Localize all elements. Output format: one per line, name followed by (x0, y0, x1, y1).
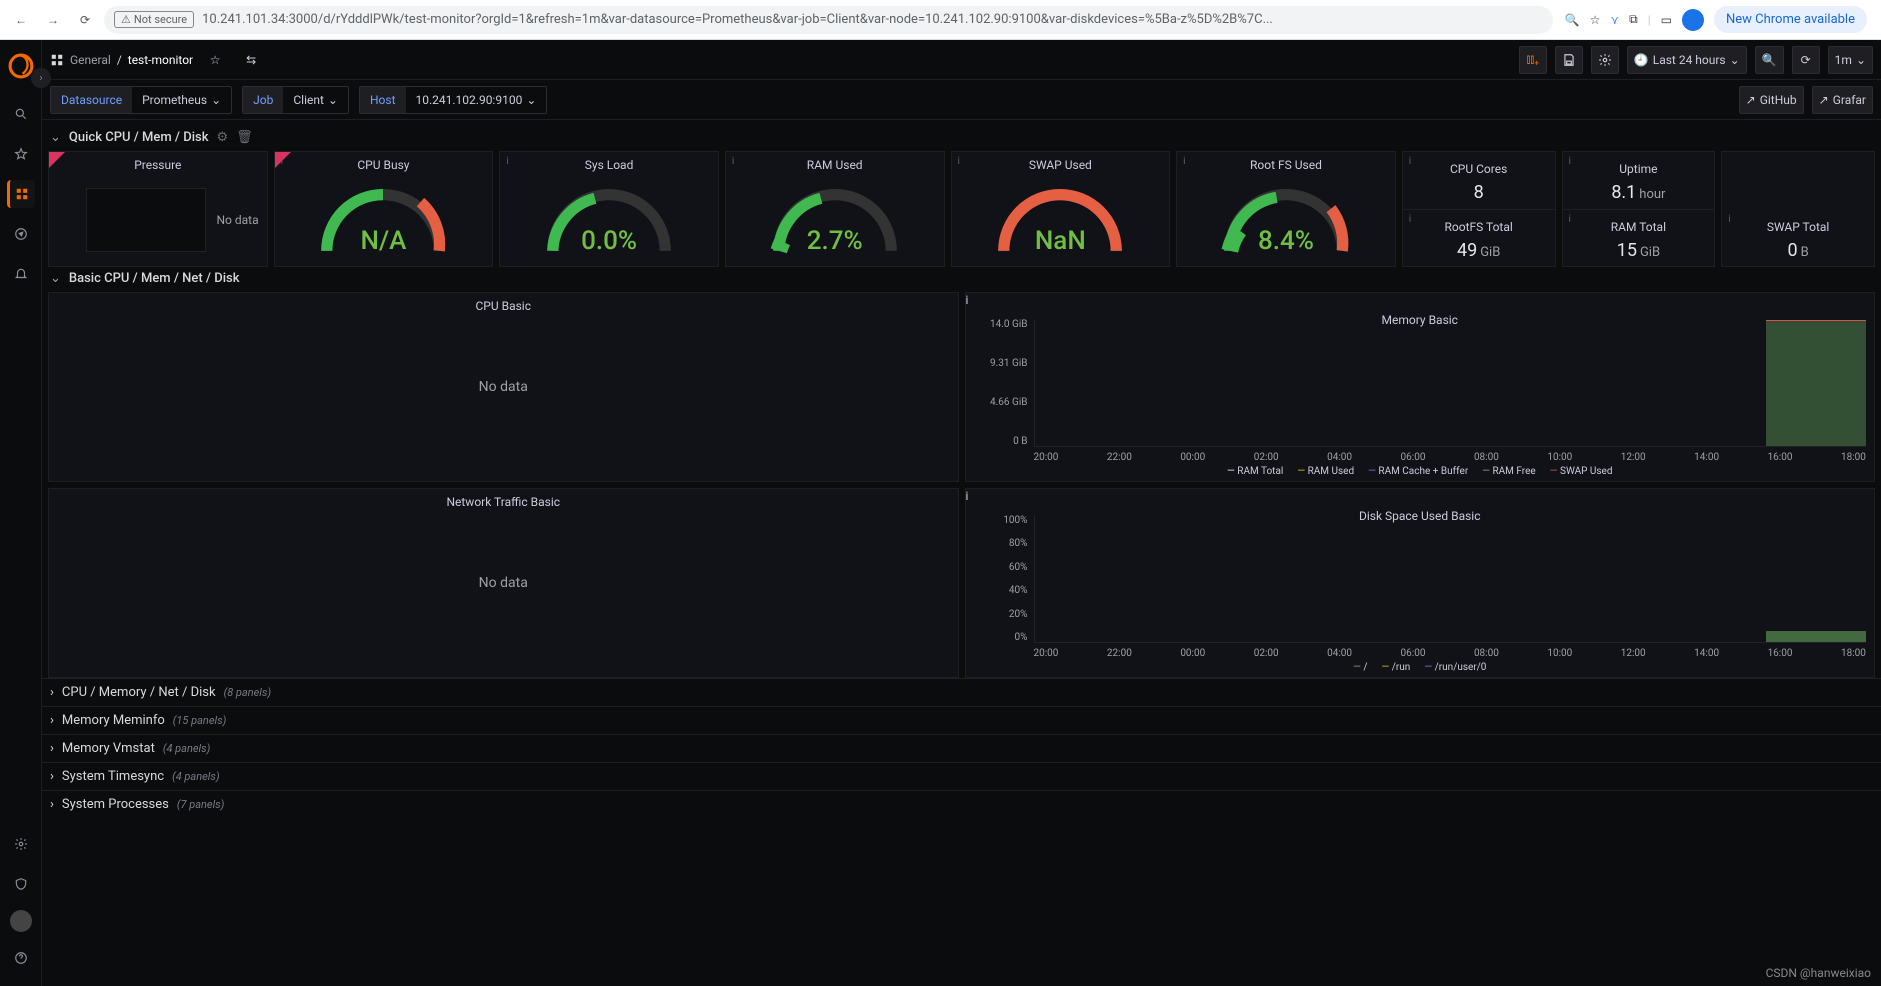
panel-swaptotal[interactable]: iSWAP Total0B (1721, 151, 1875, 267)
collapsed-row[interactable]: ›System Timesync(4 panels) (42, 762, 1881, 790)
not-secure-badge: ⚠ Not secure (114, 11, 194, 28)
share-icon[interactable]: ⇆ (237, 46, 265, 74)
help-icon[interactable] (7, 944, 35, 972)
back-button[interactable]: ← (8, 7, 34, 33)
alert-indicator-icon (49, 152, 65, 168)
dashboards-icon[interactable] (7, 180, 35, 208)
panel-icon[interactable]: ▭ (1661, 13, 1672, 27)
dashboard-grid-icon (50, 53, 64, 67)
refresh-interval[interactable]: 1m ⌄ (1828, 46, 1873, 74)
pressure-sparkline (86, 188, 206, 252)
star-icon[interactable]: ☆ (1590, 13, 1601, 27)
settings-button[interactable] (1591, 46, 1619, 74)
panel-cpu-busy[interactable]: iCPU BusyN/A (274, 151, 494, 267)
star-nav-icon[interactable] (7, 140, 35, 168)
watermark: CSDN @hanweixiao (1766, 966, 1871, 980)
panel-disk-basic[interactable]: iDisk Space Used Basic 100%80%60%40%20%0… (965, 488, 1876, 678)
page-toolbar: General / test-monitor ☆ ⇆ ⫾⫾₊ 🕘 Last 24… (42, 40, 1881, 80)
left-sidebar: › (0, 40, 42, 986)
address-bar[interactable]: ⚠ Not secure 10.241.101.34:3000/d/rYdddl… (104, 6, 1553, 34)
browser-toolbar: ← → ⟳ ⚠ Not secure 10.241.101.34:3000/d/… (0, 0, 1881, 40)
save-button[interactable] (1555, 46, 1583, 74)
brave-icon[interactable]: ⋎ (1610, 13, 1619, 27)
var-datasource[interactable]: DatasourcePrometheus ⌄ (50, 86, 232, 114)
panel-swap-used[interactable]: iSWAP UsedNaN (951, 151, 1171, 267)
panel-memory-basic[interactable]: iMemory Basic 14.0 GiB9.31 GiB4.66 GiB0 … (965, 292, 1876, 482)
breadcrumb[interactable]: General / test-monitor (50, 53, 193, 67)
add-panel-button[interactable]: ⫾⫾₊ (1519, 46, 1547, 74)
zoom-out-button[interactable]: 🔍 (1755, 46, 1784, 74)
expand-sidebar-icon[interactable]: › (31, 68, 51, 88)
config-gear-icon[interactable] (7, 830, 35, 858)
folder-link[interactable]: General (70, 53, 111, 67)
chevron-down-icon: ⌄ (50, 130, 61, 145)
panel-pressure[interactable]: Pressure No data (48, 151, 268, 267)
row-quick-header[interactable]: ⌄ Quick CPU / Mem / Disk ⚙ 🗑 (42, 120, 1881, 151)
forward-button[interactable]: → (40, 7, 66, 33)
var-job[interactable]: JobClient ⌄ (242, 86, 349, 114)
collapsed-row[interactable]: ›System Processes(7 panels) (42, 790, 1881, 818)
panel-sys-load[interactable]: iSys Load0.0% (499, 151, 719, 267)
panel-network-basic[interactable]: Network Traffic Basic No data (48, 488, 959, 678)
alerting-icon[interactable] (7, 260, 35, 288)
dashboard-title: test-monitor (128, 53, 193, 67)
profile-icon[interactable] (1682, 9, 1704, 31)
panel-uptime-ram[interactable]: iUptime8.1hour iRAM Total15GiB (1562, 151, 1716, 267)
panel-cpu-basic[interactable]: CPU Basic No data (48, 292, 959, 482)
collapsed-row[interactable]: ›CPU / Memory / Net / Disk(8 panels) (42, 678, 1881, 706)
fav-star-icon[interactable]: ☆ (201, 46, 229, 74)
avatar-icon[interactable] (10, 910, 32, 932)
row-delete-icon[interactable]: 🗑 (236, 130, 253, 145)
url-text: 10.241.101.34:3000/d/rYdddlPWk/test-moni… (202, 12, 1273, 27)
search-icon[interactable] (7, 100, 35, 128)
admin-shield-icon[interactable] (7, 870, 35, 898)
var-host[interactable]: Host10.241.102.90:9100 ⌄ (359, 86, 547, 114)
github-link[interactable]: ↗ GitHub (1739, 86, 1804, 114)
collapsed-row[interactable]: ›Memory Meminfo(15 panels) (42, 706, 1881, 734)
grafana-link[interactable]: ↗ Grafar (1812, 86, 1873, 114)
zoom-icon[interactable]: 🔍 (1565, 13, 1580, 27)
panel-cores-rootfs[interactable]: iCPU Cores8 iRootFS Total49GiB (1402, 151, 1556, 267)
refresh-button[interactable]: ⟳ (1792, 46, 1820, 74)
reload-button[interactable]: ⟳ (72, 7, 98, 33)
panel-ram-used[interactable]: iRAM Used2.7% (725, 151, 945, 267)
row-settings-icon[interactable]: ⚙ (217, 130, 229, 145)
explore-icon[interactable] (7, 220, 35, 248)
extensions-icon[interactable]: ⧉ (1629, 12, 1638, 27)
time-picker[interactable]: 🕘 Last 24 hours ⌄ (1627, 46, 1747, 74)
panel-rootfs-used[interactable]: iRoot FS Used8.4% (1176, 151, 1396, 267)
chrome-update-badge[interactable]: New Chrome available (1714, 6, 1867, 33)
variable-bar: DatasourcePrometheus ⌄ JobClient ⌄ Host1… (42, 80, 1881, 120)
chevron-down-icon: ⌄ (50, 271, 61, 286)
collapsed-row[interactable]: ›Memory Vmstat(4 panels) (42, 734, 1881, 762)
